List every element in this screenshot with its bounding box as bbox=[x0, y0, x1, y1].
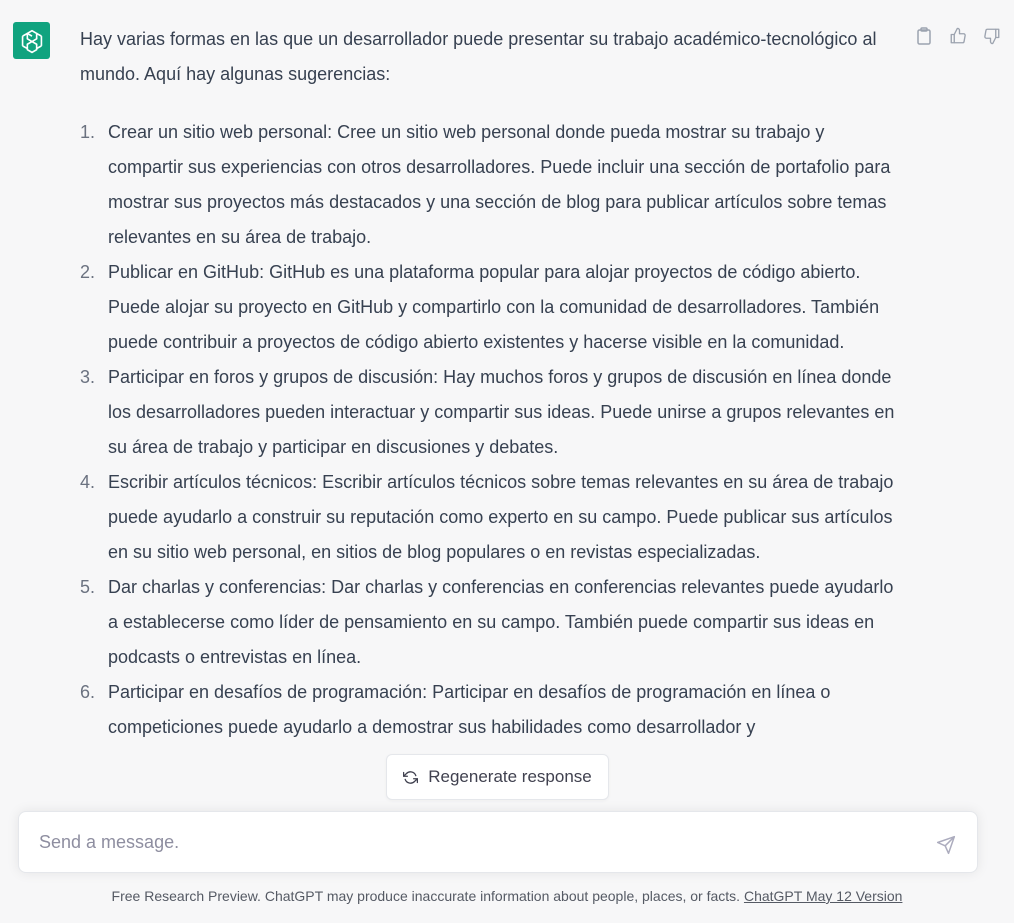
list-item: 6. Participar en desafíos de programación… bbox=[80, 675, 900, 745]
list-number: 3. bbox=[80, 367, 96, 387]
list-item: 5. Dar charlas y conferencias: Dar charla… bbox=[80, 570, 900, 675]
list-number: 2. bbox=[80, 262, 96, 282]
footer-disclaimer: Free Research Preview. ChatGPT may produ… bbox=[0, 888, 1014, 904]
thumbs-up-icon[interactable] bbox=[948, 26, 968, 46]
list-number: 1. bbox=[80, 122, 96, 142]
assistant-message: Hay varias formas en las que un desarrol… bbox=[80, 22, 900, 745]
list-text: Crear un sitio web personal: Cree un sit… bbox=[108, 122, 891, 247]
assistant-avatar-icon bbox=[13, 22, 50, 59]
list-number: 6. bbox=[80, 682, 96, 702]
list-item: 2. Publicar en GitHub: GitHub es una plat… bbox=[80, 255, 900, 360]
list-text: Dar charlas y conferencias: Dar charlas … bbox=[108, 577, 894, 667]
list-text: Escribir artículos técnicos: Escribir ar… bbox=[108, 472, 894, 562]
list-item: 4. Escribir artículos técnicos: Escribir … bbox=[80, 465, 900, 570]
regenerate-response-button[interactable]: Regenerate response bbox=[386, 754, 609, 800]
list-item: 3. Participar en foros y grupos de discus… bbox=[80, 360, 900, 465]
thumbs-down-icon[interactable] bbox=[982, 26, 1002, 46]
footer-text: Free Research Preview. ChatGPT may produ… bbox=[111, 888, 741, 904]
list-text: Publicar en GitHub: GitHub es una plataf… bbox=[108, 262, 880, 352]
message-input[interactable] bbox=[39, 812, 919, 872]
list-text: Participar en foros y grupos de discusió… bbox=[108, 367, 895, 457]
message-intro: Hay varias formas en las que un desarrol… bbox=[80, 29, 877, 84]
suggestion-list: 1. Crear un sitio web personal: Cree un s… bbox=[80, 115, 900, 745]
list-number: 4. bbox=[80, 472, 96, 492]
refresh-icon bbox=[403, 770, 419, 785]
list-text: Participar en desafíos de programación: … bbox=[108, 682, 831, 737]
message-actions bbox=[914, 26, 1002, 46]
message-composer bbox=[18, 811, 978, 873]
list-item: 1. Crear un sitio web personal: Cree un s… bbox=[80, 115, 900, 255]
copy-icon[interactable] bbox=[914, 26, 934, 46]
version-link[interactable]: ChatGPT May 12 Version bbox=[744, 888, 902, 904]
regenerate-label: Regenerate response bbox=[428, 767, 592, 786]
chat-page: Hay varias formas en las que un desarrol… bbox=[0, 0, 1014, 923]
list-number: 5. bbox=[80, 577, 96, 597]
send-icon[interactable] bbox=[935, 834, 957, 856]
